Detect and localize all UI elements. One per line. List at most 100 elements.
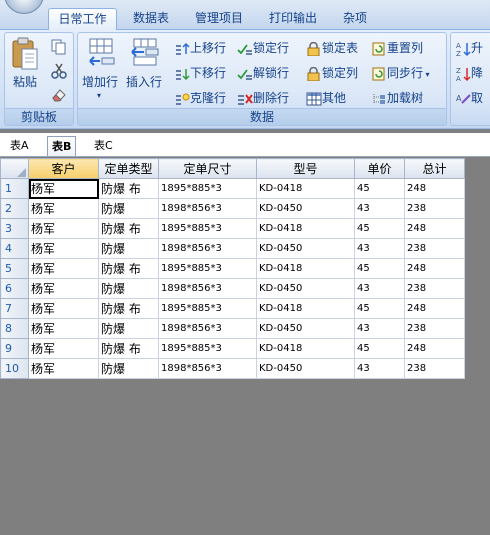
cell-unit-price[interactable]: 45 [354, 218, 405, 239]
cell-total[interactable]: 238 [404, 358, 465, 379]
cell-model[interactable]: KD-0418 [256, 258, 355, 279]
sync-row-dropdown-icon[interactable]: ▾ [423, 70, 430, 79]
cell-total[interactable]: 238 [404, 198, 465, 219]
cell-order-size[interactable]: 1898*856*3 [158, 198, 257, 219]
cell-order-size[interactable]: 1895*885*3 [158, 338, 257, 359]
column-header-model[interactable]: 型号 [256, 158, 355, 179]
cell-customer[interactable]: 杨军 [28, 338, 99, 359]
tab-misc[interactable]: 杂项 [334, 8, 376, 30]
clone-row-button[interactable]: 克隆行 [174, 89, 226, 106]
cell-total[interactable]: 238 [404, 318, 465, 339]
cell-order-size[interactable]: 1898*856*3 [158, 318, 257, 339]
row-header[interactable]: 3 [0, 218, 29, 239]
sort-asc-button[interactable]: AZ 升 [455, 39, 483, 57]
column-header-order-size[interactable]: 定单尺寸 [158, 158, 257, 179]
cell-unit-price[interactable]: 43 [354, 238, 405, 259]
cell-unit-price[interactable]: 43 [354, 318, 405, 339]
lock-column-button[interactable]: 锁定列 [306, 64, 358, 81]
cell-customer[interactable]: 杨军 [28, 298, 99, 319]
cell-unit-price[interactable]: 43 [354, 358, 405, 379]
reset-column-button[interactable]: 重置列 [371, 39, 423, 56]
add-row-dropdown-icon[interactable]: ▾ [97, 91, 101, 100]
cell-order-size[interactable]: 1895*885*3 [158, 178, 257, 199]
sync-row-button[interactable]: 同步行 ▾ [371, 64, 430, 81]
cell-order-size[interactable]: 1898*856*3 [158, 278, 257, 299]
cell-order-type[interactable]: 防爆 布 [98, 218, 159, 239]
cell-order-type[interactable]: 防爆 [98, 278, 159, 299]
cell-order-size[interactable]: 1895*885*3 [158, 218, 257, 239]
cell-order-type[interactable]: 防爆 [98, 198, 159, 219]
cell-model[interactable]: KD-0450 [256, 318, 355, 339]
cell-model[interactable]: KD-0418 [256, 338, 355, 359]
column-header-customer[interactable]: 客户 [28, 158, 99, 179]
cell-order-type[interactable]: 防爆 [98, 238, 159, 259]
cell-model[interactable]: KD-0418 [256, 298, 355, 319]
cell-order-size[interactable]: 1898*856*3 [158, 358, 257, 379]
column-header-order-type[interactable]: 定单类型 [98, 158, 159, 179]
delete-row-button[interactable]: 删除行 [237, 89, 289, 106]
cell-model[interactable]: KD-0418 [256, 178, 355, 199]
cell-model[interactable]: KD-0418 [256, 218, 355, 239]
copy-icon[interactable] [51, 39, 67, 55]
cell-order-size[interactable]: 1895*885*3 [158, 298, 257, 319]
row-header[interactable]: 9 [0, 338, 29, 359]
row-header[interactable]: 6 [0, 278, 29, 299]
cell-customer[interactable]: 杨军 [28, 218, 99, 239]
cell-customer[interactable]: 杨军 [28, 358, 99, 379]
row-header[interactable]: 10 [0, 358, 29, 379]
cell-total[interactable]: 248 [404, 218, 465, 239]
cell-total[interactable]: 248 [404, 338, 465, 359]
move-row-down-button[interactable]: 下移行 [174, 64, 226, 81]
other-button[interactable]: 其他 [306, 89, 346, 106]
cell-order-type[interactable]: 防爆 布 [98, 298, 159, 319]
cell-customer[interactable]: 杨军 [28, 318, 99, 339]
move-row-up-button[interactable]: 上移行 [174, 39, 226, 56]
select-all-corner[interactable] [0, 158, 29, 179]
cell-order-type[interactable]: 防爆 [98, 358, 159, 379]
lock-row-button[interactable]: 锁定行 [237, 39, 289, 56]
cell-order-size[interactable]: 1895*885*3 [158, 258, 257, 279]
sheet-tab-b[interactable]: 表B [47, 136, 77, 156]
column-header-unit-price[interactable]: 单价 [354, 158, 405, 179]
eraser-icon[interactable] [51, 87, 67, 103]
sort-cancel-button[interactable]: A 取 [455, 89, 483, 107]
cell-model[interactable]: KD-0450 [256, 278, 355, 299]
row-header[interactable]: 1 [0, 178, 29, 199]
sheet-tab-c[interactable]: 表C [90, 136, 117, 156]
cell-total[interactable]: 248 [404, 178, 465, 199]
row-header[interactable]: 7 [0, 298, 29, 319]
cell-total[interactable]: 238 [404, 278, 465, 299]
unlock-row-button[interactable]: 解锁行 [237, 64, 289, 81]
cell-unit-price[interactable]: 45 [354, 178, 405, 199]
cell-total[interactable]: 238 [404, 238, 465, 259]
cell-total[interactable]: 248 [404, 258, 465, 279]
cell-unit-price[interactable]: 45 [354, 298, 405, 319]
cell-customer[interactable]: 杨军 [28, 238, 99, 259]
cell-order-type[interactable]: 防爆 布 [98, 338, 159, 359]
cell-model[interactable]: KD-0450 [256, 358, 355, 379]
tab-data-table[interactable]: 数据表 [124, 8, 178, 30]
sort-desc-button[interactable]: ZA 降 [455, 64, 483, 82]
load-tree-button[interactable]: 加载树 [371, 89, 423, 106]
add-row-button[interactable] [84, 37, 122, 107]
office-button[interactable] [4, 0, 44, 14]
cell-customer[interactable]: 杨军 [28, 178, 99, 199]
cell-customer[interactable]: 杨军 [28, 278, 99, 299]
column-header-total[interactable]: 总计 [404, 158, 465, 179]
tab-manage-project[interactable]: 管理项目 [186, 8, 252, 30]
tab-daily-work[interactable]: 日常工作 [48, 8, 117, 30]
cell-unit-price[interactable]: 45 [354, 338, 405, 359]
row-header[interactable]: 2 [0, 198, 29, 219]
cell-customer[interactable]: 杨军 [28, 198, 99, 219]
row-header[interactable]: 4 [0, 238, 29, 259]
row-header[interactable]: 5 [0, 258, 29, 279]
sheet-tab-a[interactable]: 表A [6, 136, 33, 156]
lock-table-button[interactable]: 锁定表 [306, 39, 358, 56]
cell-model[interactable]: KD-0450 [256, 198, 355, 219]
cell-customer[interactable]: 杨军 [28, 258, 99, 279]
cut-icon[interactable] [51, 63, 67, 79]
cell-model[interactable]: KD-0450 [256, 238, 355, 259]
cell-order-type[interactable]: 防爆 [98, 318, 159, 339]
cell-order-size[interactable]: 1898*856*3 [158, 238, 257, 259]
cell-unit-price[interactable]: 43 [354, 278, 405, 299]
